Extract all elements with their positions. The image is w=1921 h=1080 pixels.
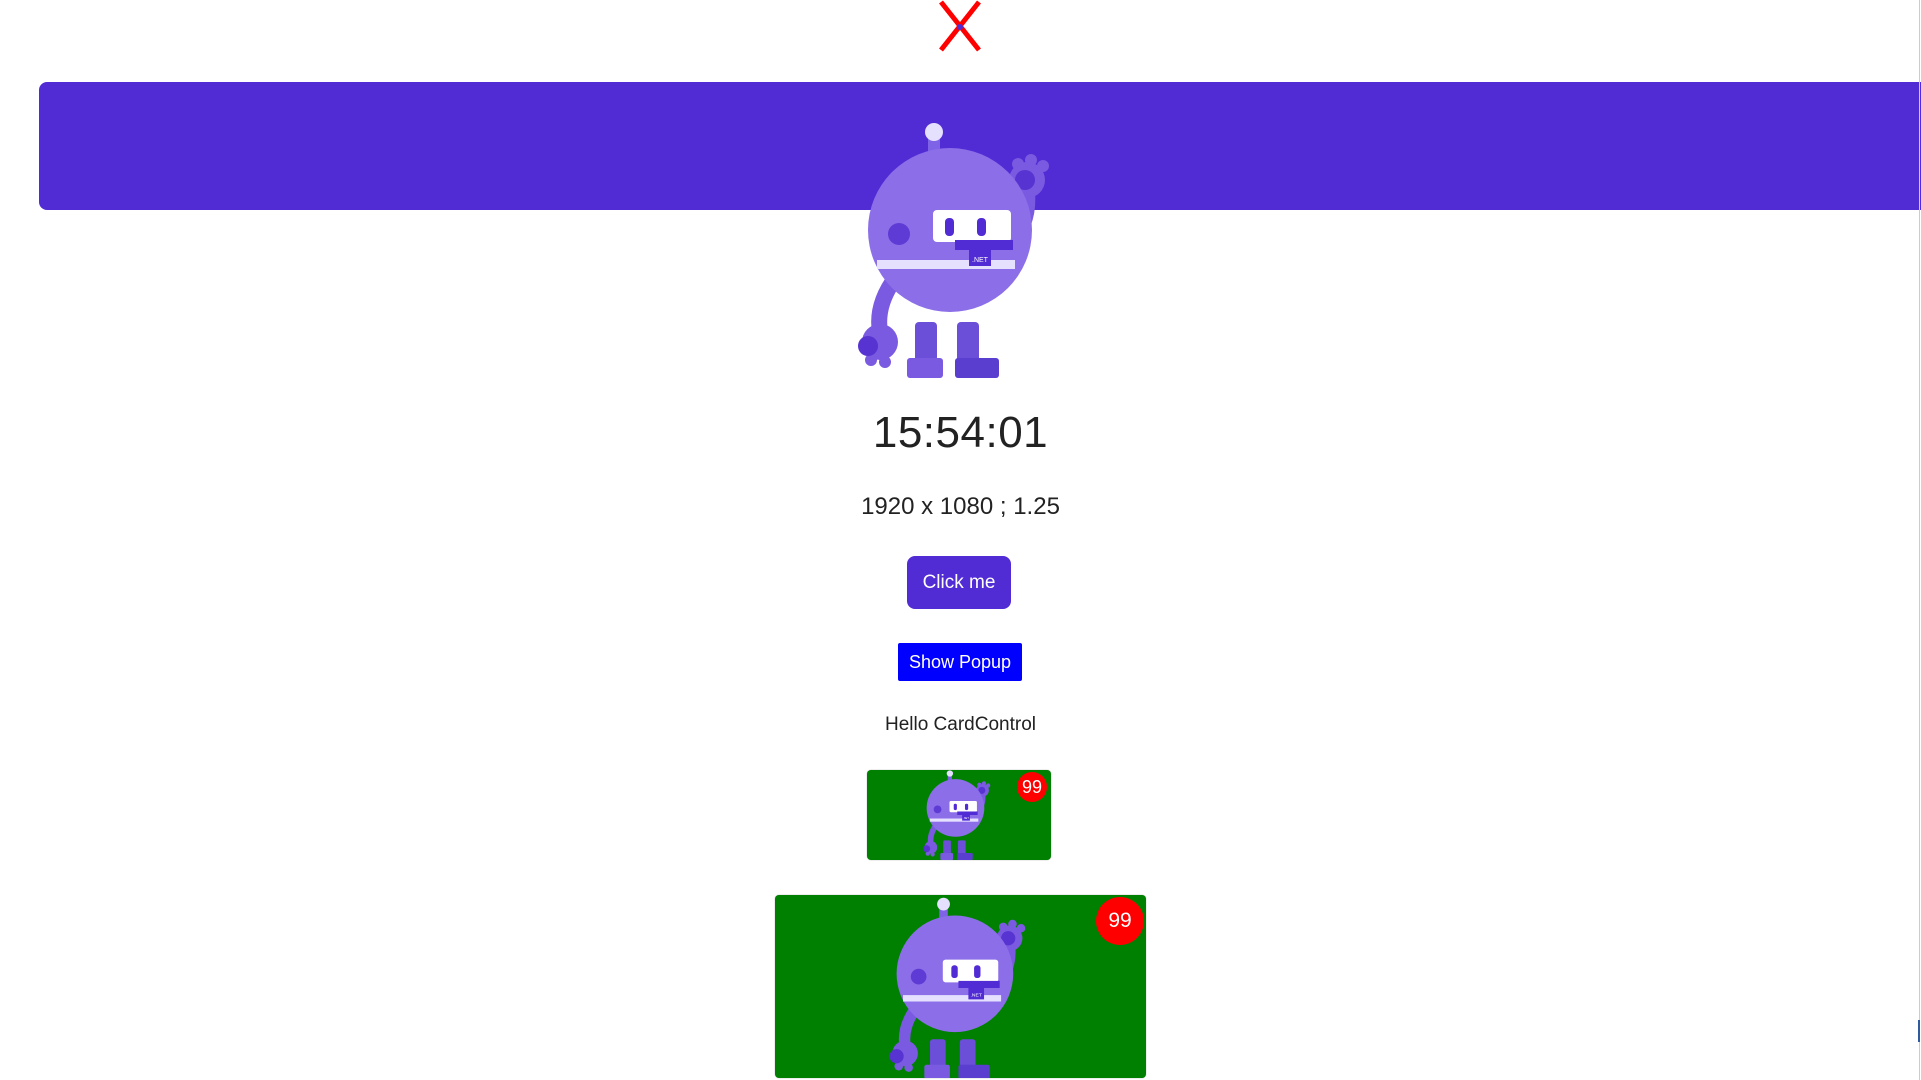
notification-badge: 99 [1096, 897, 1144, 945]
clock-label: 15:54:01 [872, 408, 1049, 457]
close-x-icon[interactable] [938, 0, 982, 52]
scroll-indicator [1918, 1020, 1920, 1042]
app-page: 15:54:01 1920 x 1080 ; 1.25 Click me Sho… [0, 0, 1921, 1080]
window-edge-divider [1919, 0, 1920, 1080]
dotnet-bot-image [855, 122, 1065, 378]
show-popup-button[interactable]: Show Popup [898, 643, 1022, 681]
card-control-label: Hello CardControl [884, 714, 1036, 735]
card-control-large[interactable]: 99 [775, 895, 1146, 1078]
click-me-button[interactable]: Click me [907, 556, 1011, 609]
screen-info-label: 1920 x 1080 ; 1.25 [861, 493, 1060, 520]
dotnet-bot-image [919, 770, 999, 860]
dotnet-bot-image [882, 897, 1042, 1078]
notification-badge: 99 [1017, 772, 1047, 802]
card-control-small[interactable]: 99 [867, 770, 1051, 860]
